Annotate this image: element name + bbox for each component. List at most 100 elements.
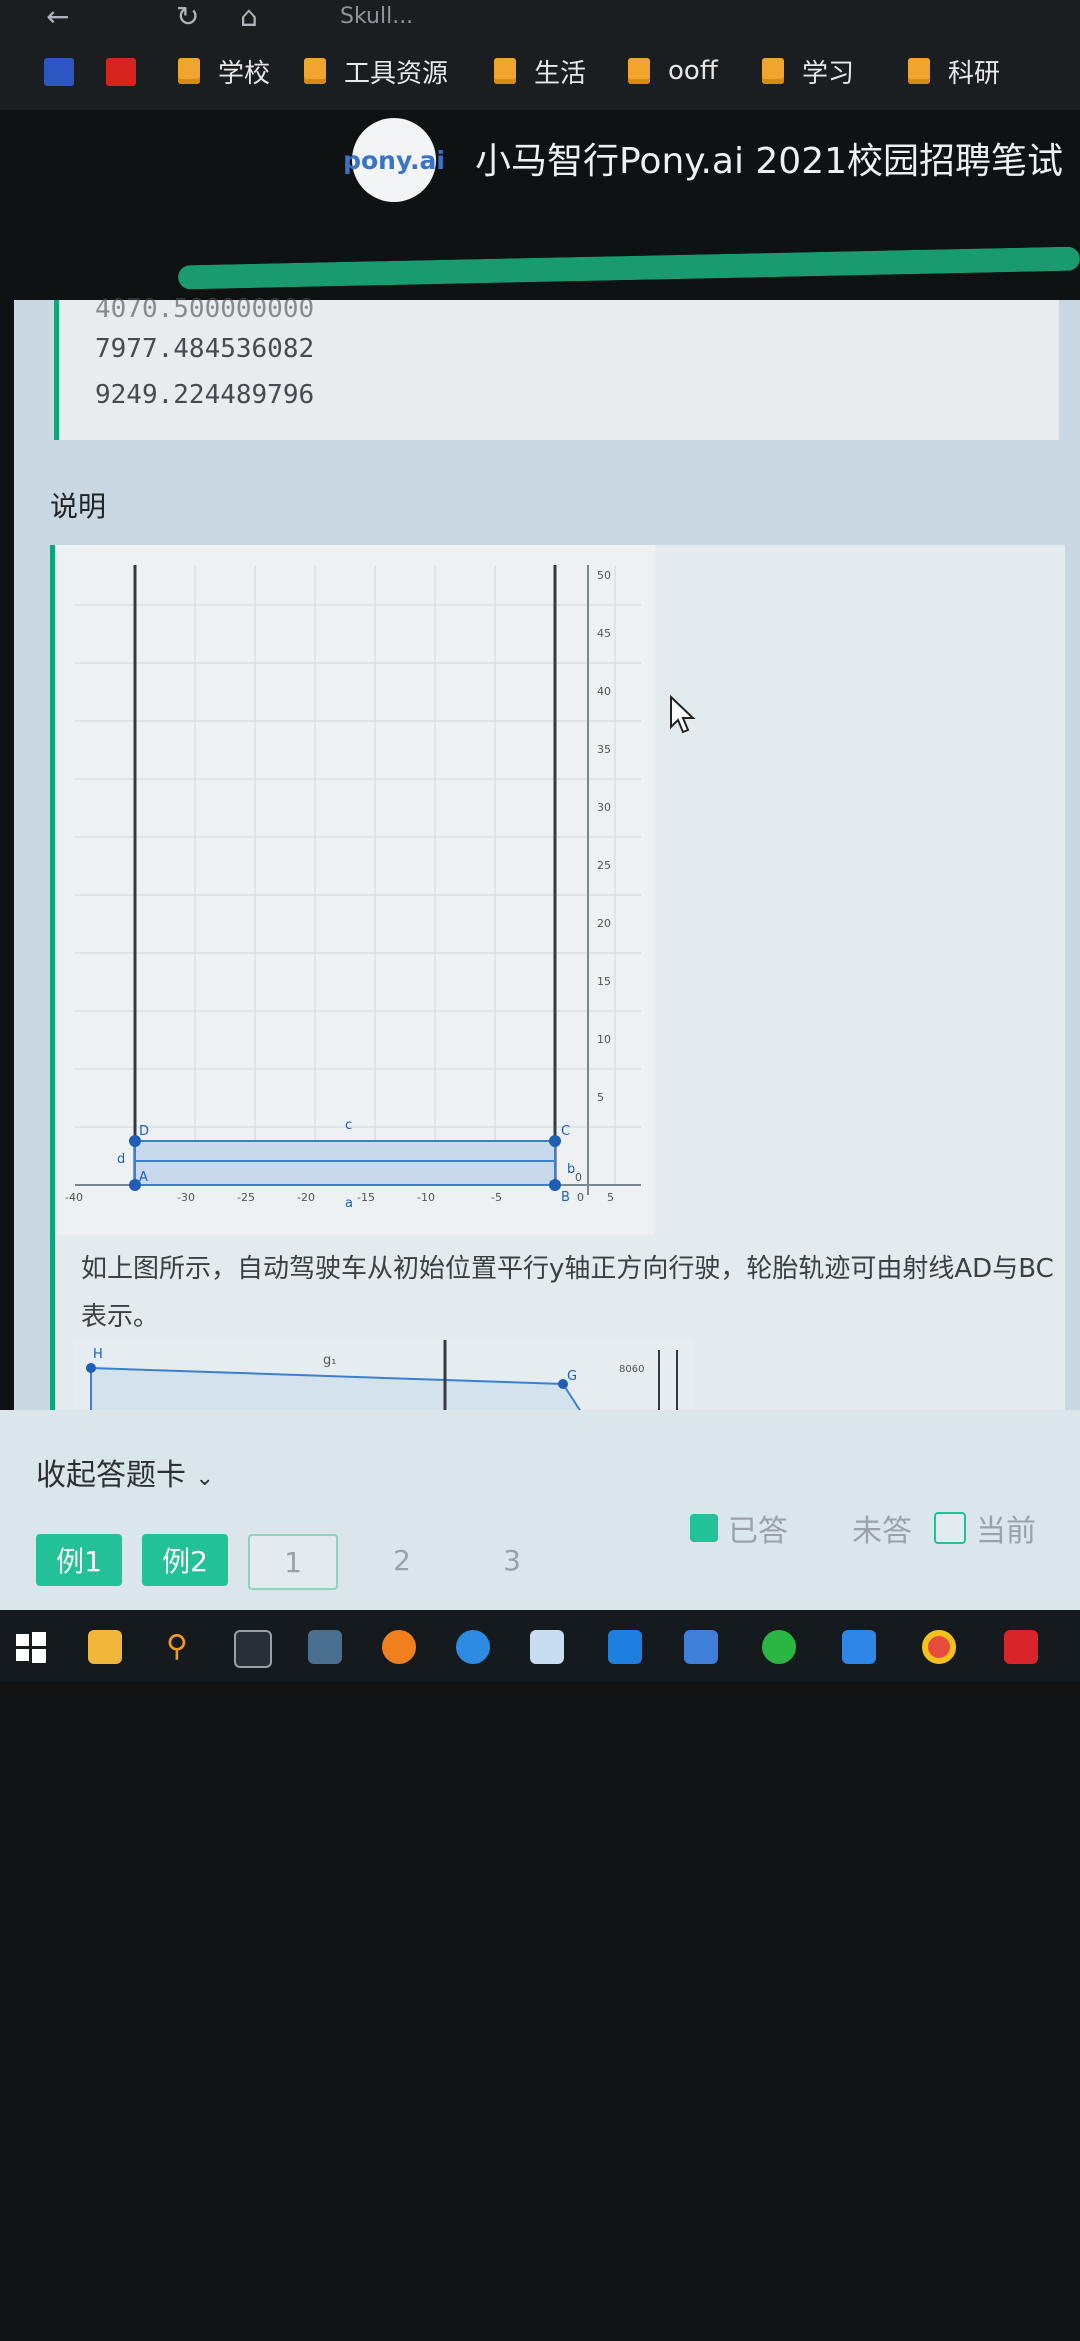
bookmark-app-icon[interactable] (44, 58, 74, 86)
bookmark-red-icon[interactable] (106, 58, 136, 86)
question-button-1[interactable]: 1 (248, 1534, 338, 1590)
section-title: 说明 (50, 490, 107, 523)
bookmark-folder-3[interactable]: ooff (628, 54, 718, 88)
laptop-bezel (0, 1682, 1080, 2341)
current-swatch (934, 1512, 966, 1544)
label-c: C (561, 1124, 570, 1139)
chrome-icon[interactable] (922, 1630, 956, 1664)
vscode-icon[interactable] (684, 1630, 718, 1664)
bookmark-folder-0[interactable]: 学校 (178, 54, 271, 89)
pony-logo[interactable]: pony.ai (343, 118, 445, 202)
file-explorer-icon[interactable] (88, 1630, 122, 1664)
coordinate-figure: 50 45 40 35 30 25 20 15 10 5 0 -40 -30 -… (55, 545, 655, 1235)
chevron-down-icon: ⌄ (195, 1466, 214, 1491)
x-tick: -20 (297, 1191, 315, 1204)
folder-icon (762, 58, 784, 84)
label-h: H (93, 1347, 103, 1362)
bookmark-label: 科研 (948, 58, 1001, 89)
x-tick: -15 (357, 1191, 375, 1204)
y-tick: 10 (597, 1033, 611, 1046)
x-tick: -10 (417, 1191, 435, 1204)
bookmark-label: 工具资源 (344, 58, 449, 89)
point-h (86, 1363, 96, 1373)
collapse-label: 收起答题卡 (36, 1458, 186, 1493)
x-tick: -5 (491, 1191, 502, 1204)
folder-icon (628, 58, 650, 84)
label-8060: 8060 (619, 1364, 644, 1375)
x-tick: 0 (577, 1191, 584, 1204)
label-c-lower: c (345, 1118, 352, 1133)
bookmark-folder-4[interactable]: 学习 (762, 54, 854, 89)
network-icon[interactable] (530, 1630, 564, 1664)
windows-taskbar: ⚲ (0, 1610, 1080, 1682)
question-description: 如上图所示，自动驾驶车从初始位置平行y轴正方向行驶，轮胎轨迹可由射线AD与BC表… (81, 1254, 1054, 1332)
explanation-box: 50 45 40 35 30 25 20 15 10 5 0 -40 -30 -… (50, 545, 1065, 1415)
bookmark-folder-2[interactable]: 生活 (494, 54, 587, 89)
edge-icon[interactable] (456, 1630, 490, 1664)
star-app-icon[interactable] (842, 1630, 876, 1664)
legend-answered-label: 已答 (728, 1514, 788, 1549)
y-tick: 5 (597, 1091, 604, 1104)
folder-icon (178, 58, 200, 84)
answer-card: 收起答题卡 ⌄ 已答 未答 当前 例1 例2 1 2 3 (0, 1410, 1080, 1610)
label-a: A (139, 1170, 148, 1185)
x-tick: 5 (607, 1191, 614, 1204)
y-tick: 15 (597, 975, 611, 988)
question-button-example-2[interactable]: 例2 (142, 1534, 228, 1586)
bookmark-label: 学校 (218, 58, 271, 89)
x-tick: -40 (65, 1191, 83, 1204)
bookmark-folder-5[interactable]: 科研 (908, 54, 1001, 89)
x-tick: -30 (177, 1191, 195, 1204)
bookmark-folder-1[interactable]: 工具资源 (304, 54, 449, 89)
folder-icon (908, 58, 930, 84)
folder-icon (304, 58, 326, 84)
y-tick: 20 (597, 917, 611, 930)
second-figure: H g₁ G 8060 (73, 1340, 693, 1415)
terminal-icon[interactable] (234, 1630, 272, 1668)
back-icon[interactable]: ← (46, 0, 69, 33)
bookmark-label: 生活 (534, 58, 587, 89)
search-icon[interactable]: ⚲ (160, 1630, 194, 1664)
legend-unanswered-label: 未答 (852, 1514, 912, 1549)
folder-icon (494, 58, 516, 84)
label-g1: g₁ (323, 1353, 336, 1368)
y-tick: 0 (575, 1171, 582, 1184)
logo-text: pony.ai (343, 145, 445, 175)
question-content: 4070.500000000 7977.484536082 9249.22448… (14, 294, 1080, 1415)
y-tick: 40 (597, 685, 611, 698)
wechat-icon[interactable] (762, 1630, 796, 1664)
rss-icon[interactable] (382, 1630, 416, 1664)
vehicle-box (134, 1140, 556, 1186)
legend-current: 当前 (934, 1506, 1036, 1550)
windows-start-icon[interactable] (14, 1630, 48, 1664)
collapse-answer-card-button[interactable]: 收起答题卡 ⌄ (36, 1450, 214, 1494)
y-tick: 50 (597, 569, 611, 582)
question-button-3[interactable]: 3 (492, 1534, 532, 1586)
mouse-cursor-icon (670, 695, 696, 734)
legend-current-label: 当前 (976, 1514, 1036, 1549)
home-icon[interactable]: ⌂ (240, 0, 258, 33)
page-title: 小马智行Pony.ai 2021校园招聘笔试 (475, 141, 1064, 182)
legend-unanswered: 未答 (852, 1506, 912, 1550)
y-tick: 35 (597, 743, 611, 756)
label-b: B (561, 1190, 570, 1205)
progress-fill (177, 246, 1080, 290)
photos-icon[interactable] (308, 1630, 342, 1664)
x-tick: -25 (237, 1191, 255, 1204)
point-b (549, 1179, 561, 1191)
exam-progress-bar (177, 246, 1080, 290)
tab-title[interactable]: Skull... (340, 4, 413, 29)
y-tick: 25 (597, 859, 611, 872)
cloud-icon[interactable] (608, 1630, 642, 1664)
code-output-box: 4070.500000000 7977.484536082 9249.22448… (54, 294, 1059, 440)
code-line: 9249.224489796 (95, 380, 315, 410)
code-line: 7977.484536082 (95, 334, 315, 364)
reload-icon[interactable]: ↻ (176, 0, 199, 33)
browser-tab-strip: ← ↻ ⌂ Skull... (0, 0, 1080, 36)
question-button-2[interactable]: 2 (382, 1534, 422, 1586)
label-d-lower: d (117, 1152, 125, 1167)
code-line: 4070.500000000 (95, 294, 315, 324)
question-button-example-1[interactable]: 例1 (36, 1534, 122, 1586)
youdao-icon[interactable] (1004, 1630, 1038, 1664)
point-c (549, 1135, 561, 1147)
